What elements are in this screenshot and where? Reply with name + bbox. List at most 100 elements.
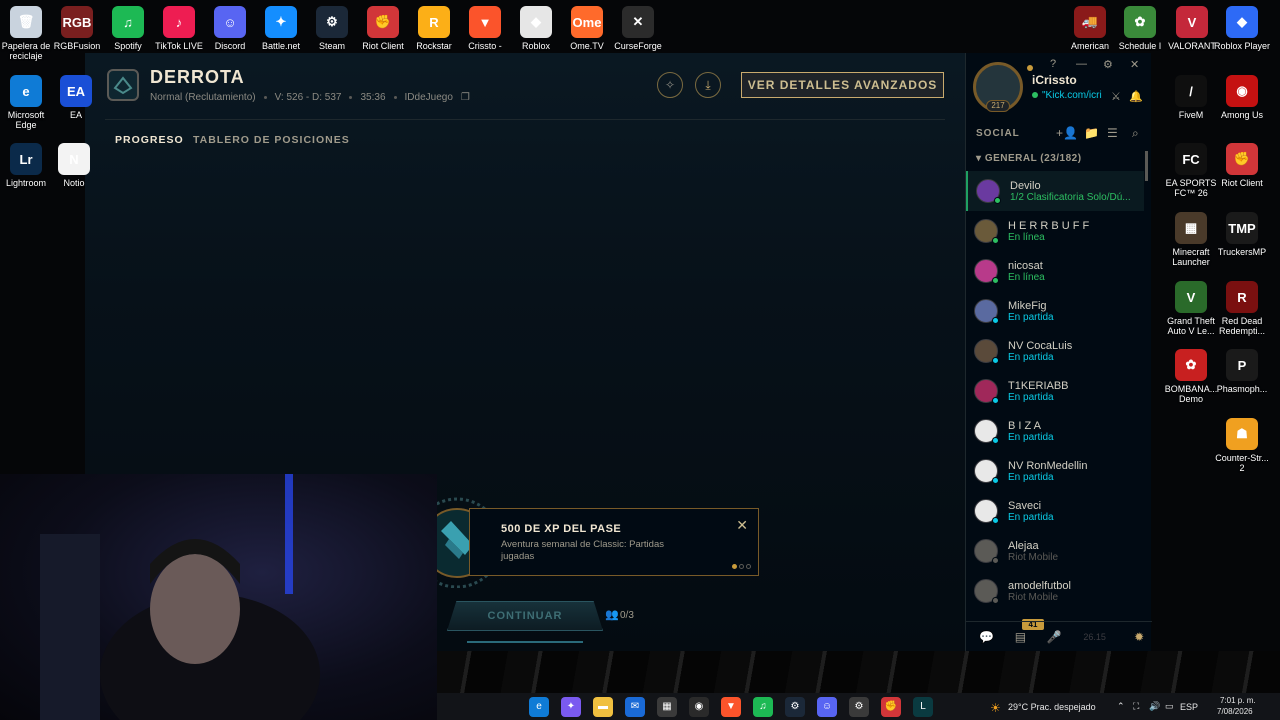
vanguard-icon[interactable]: ⚔ [1111,90,1121,103]
status-dot-icon [994,197,1001,204]
friend-list-scrollbar[interactable] [1145,151,1148,181]
settings-taskbar-icon[interactable]: ⚙ [849,696,869,717]
help-icon[interactable]: ? [1050,58,1056,70]
pager-dot [732,564,737,569]
tray-chevron-icon[interactable]: ⌃ [1117,701,1125,712]
list-view-icon[interactable]: ☰ [1107,126,1118,140]
honor-button[interactable]: ✧ [657,72,683,98]
close-window-icon[interactable]: ✕ [1130,58,1139,71]
schedule-icon: ✿ [1124,6,1156,38]
voice-icon[interactable]: 🎤 [1041,626,1067,648]
game-mode-emblem-icon [107,69,139,101]
friend-info: T1KERIABB En partida [1008,380,1069,403]
friend-list-item[interactable]: nicosat En línea [966,251,1144,291]
friend-avatar [974,459,999,484]
copy-icon[interactable]: ❐ [461,92,470,103]
friend-list-item[interactable]: T1KERIABB En partida [966,371,1144,411]
minimize-icon[interactable]: — [1076,58,1087,70]
edge-taskbar-icon[interactable]: e [529,696,549,717]
open-chats-icon[interactable]: ▤ [1008,626,1034,648]
spotify-taskbar-icon[interactable]: ♫ [753,696,773,717]
riot-taskbar-icon[interactable]: ✊ [881,696,901,717]
continue-button[interactable]: CONTINUAR [447,601,603,631]
mail-icon[interactable]: ✉ [625,696,645,717]
add-folder-icon[interactable]: 📁 [1084,126,1099,140]
weather-text[interactable]: 29°C Prac. despejado [1008,702,1096,712]
desktop-shortcut-label: Lightroom [5,178,47,188]
desktop-shortcut[interactable]: P Phasmoph... [1212,349,1272,394]
friend-group-general[interactable]: ▾ GENERAL (23/182) [976,153,1082,164]
network-icon[interactable]: ⛶ [1133,701,1139,712]
taskbar-apps: e ✦ ▬ ✉ ▦ ◉ ▼ ♫ ⚙ ☺ ⚙ ✊ L [523,696,939,717]
discord-taskbar-icon[interactable]: ☺ [817,696,837,717]
desktop-shortcut-label: Red Dead Redempti... [1218,316,1266,336]
search-icon[interactable]: ⌕ [1132,126,1139,141]
desktop-shortcut[interactable]: ◆ Roblox Player [1212,6,1272,51]
language-indicator[interactable]: ESP [1180,702,1198,712]
bug-report-icon[interactable]: ✹ [1126,626,1152,648]
desktop-shortcut-label: RGBFusion [53,41,101,51]
status-dot-icon [992,317,999,324]
pager-dot [746,564,751,569]
brave-taskbar-icon[interactable]: ▼ [721,696,741,717]
desktop-shortcut[interactable]: ✿ Schedule I [1110,6,1170,51]
desktop-shortcut[interactable]: TMP TruckersMP [1212,212,1272,257]
obs-icon[interactable]: ◉ [689,696,709,717]
desktop-shortcut-label: TruckersMP [1217,247,1267,257]
friend-list-item[interactable]: H E R R B U F F En línea [966,211,1144,251]
desktop-shortcut[interactable]: EA EA [46,75,106,120]
tab-progress[interactable]: PROGRESO [115,134,184,146]
desktop-shortcut-label: Battle.net [261,41,301,51]
fivem-icon: / [1175,75,1207,107]
friend-status: En partida [1008,431,1054,443]
friend-name: nicosat [1008,259,1043,272]
edge-icon: e [10,75,42,107]
desktop-shortcut[interactable]: ◉ Among Us [1212,75,1272,120]
tab-scoreboard[interactable]: TABLERO DE POSICIONES [193,134,350,146]
friend-list-item[interactable]: Saveci En partida [966,491,1144,531]
league-taskbar-icon[interactable]: L [913,696,933,717]
battery-icon[interactable]: ▭ [1165,701,1174,712]
close-icon[interactable]: ✕ [736,517,748,534]
clock-time[interactable]: 7:01 p. m. [1220,696,1256,705]
friend-avatar [976,179,1001,204]
friend-list-item[interactable]: Devilo 1/2 Clasificatoria Solo/Dú... [966,171,1144,211]
gta-icon: V [1175,281,1207,313]
volume-icon[interactable]: 🔊 [1149,701,1160,712]
game-id-link[interactable]: IDdeJuego [405,92,453,103]
desktop-shortcut-label: Riot Client [362,41,404,51]
file-explorer-icon[interactable]: ▬ [593,696,613,717]
status-dot-icon [992,397,999,404]
friend-info: MikeFig En partida [1008,300,1054,323]
friend-list-item[interactable]: NV RonMedellin En partida [966,451,1144,491]
store-icon[interactable]: ▦ [657,696,677,717]
download-replay-button[interactable]: ⤓ [695,72,721,98]
steam-taskbar-icon[interactable]: ⚙ [785,696,805,717]
riot-client-icon: ✊ [367,6,399,38]
notifications-bell-icon[interactable]: 🔔 [1129,90,1143,103]
friend-list-item[interactable]: NV CocaLuis En partida [966,331,1144,371]
desktop-shortcut[interactable]: ☗ Counter-Str... 2 [1212,418,1272,473]
advanced-details-button[interactable]: VER DETALLES AVANZADOS [741,72,944,98]
friend-list-item[interactable]: Alejaa Riot Mobile [966,531,1144,571]
chat-icon[interactable]: 💬 [974,626,1000,648]
friend-list-item[interactable]: amodelfutbol Riot Mobile [966,571,1144,611]
friend-list-item[interactable]: MikeFig En partida [966,291,1144,331]
desktop-shortcut[interactable]: N Notio [44,143,104,188]
clock-date[interactable]: 7/08/2026 [1217,707,1253,716]
summoner-status[interactable]: "Kick.com/icri [1032,90,1104,101]
desktop-shortcut[interactable]: ✊ Riot Client [1212,143,1272,188]
desktop-shortcut[interactable]: ✕ CurseForge [608,6,668,51]
copilot-icon[interactable]: ✦ [561,696,581,717]
friend-info: NV RonMedellin En partida [1008,460,1087,483]
american-truck-icon: 🚚 [1074,6,1106,38]
friend-name: NV CocaLuis [1008,339,1073,352]
webcam-overlay [0,474,437,720]
settings-icon[interactable]: ⚙ [1103,58,1113,71]
add-friend-icon[interactable]: +👤 [1056,126,1078,140]
friend-name: B I Z A [1008,419,1042,432]
status-dot-icon [992,357,999,364]
desktop-shortcut-label: Phasmoph... [1216,384,1268,394]
friend-list-item[interactable]: B I Z A En partida [966,411,1144,451]
desktop-shortcut[interactable]: R Red Dead Redempti... [1212,281,1272,336]
